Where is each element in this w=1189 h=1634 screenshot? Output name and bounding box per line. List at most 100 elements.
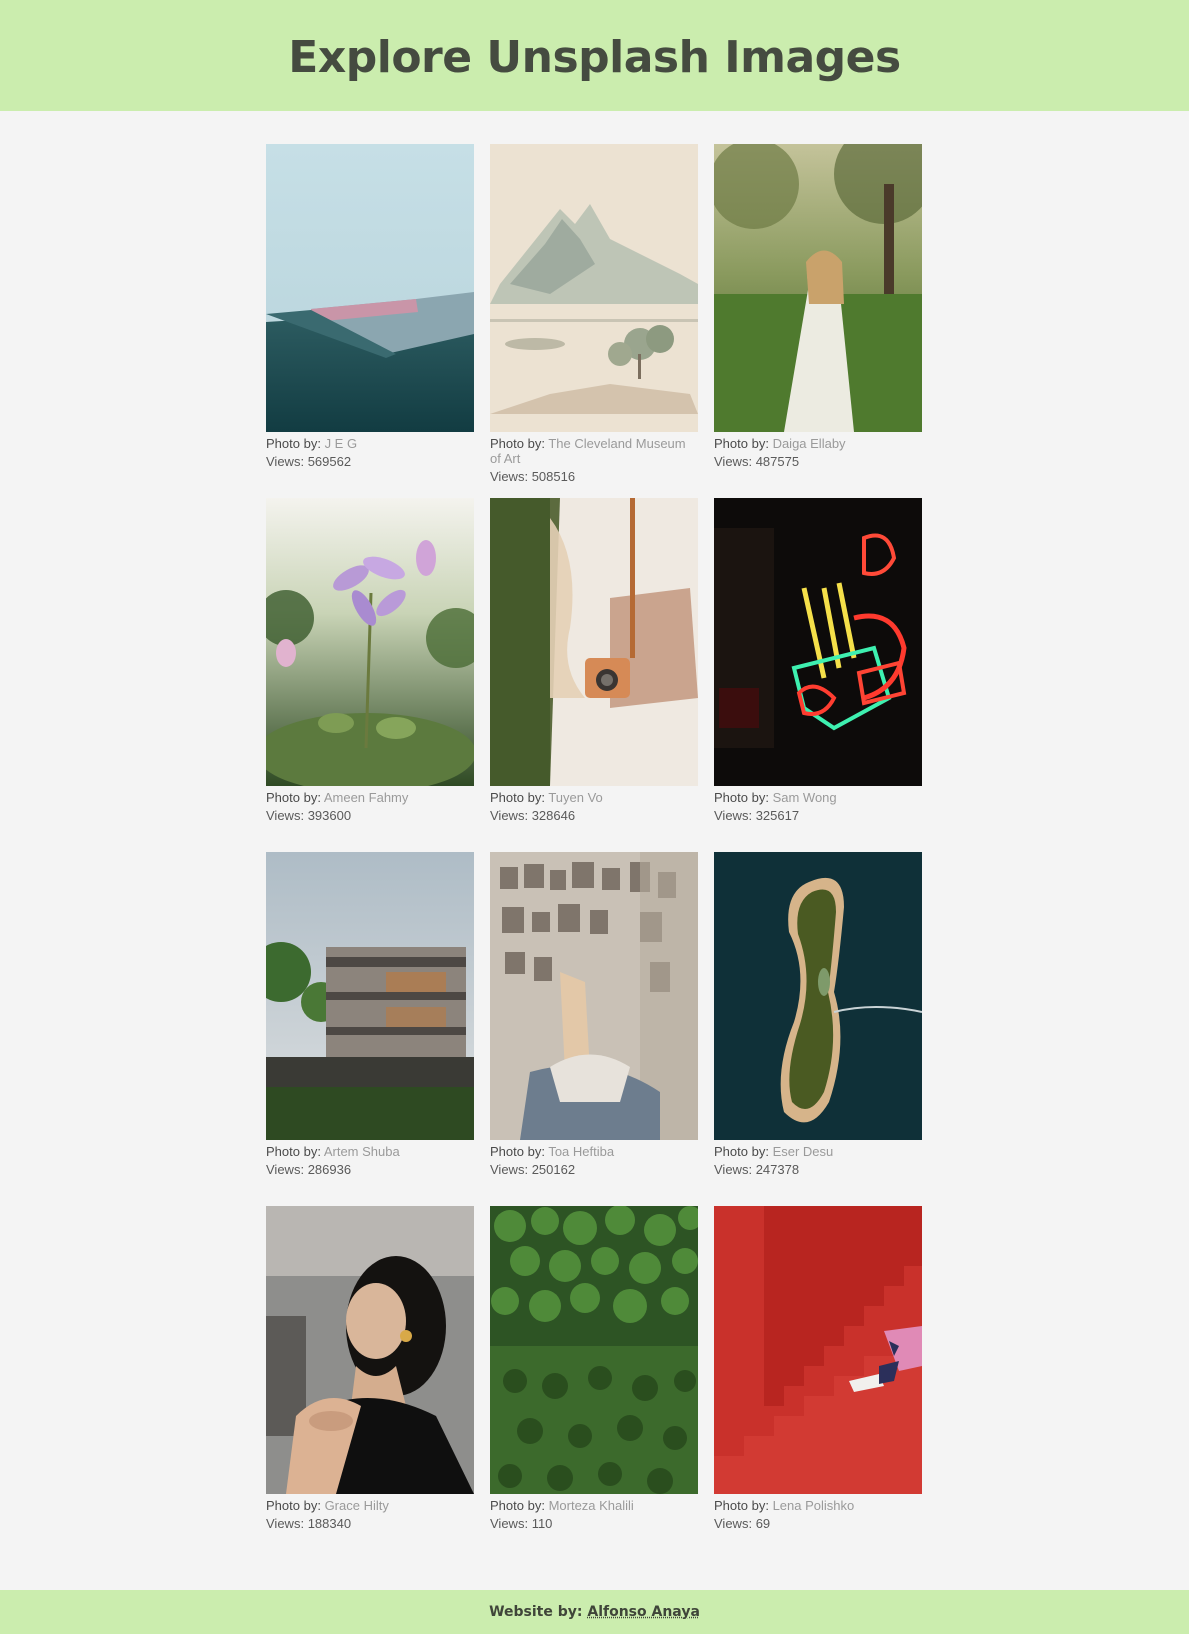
page-footer: Website by: Alfonso Anaya bbox=[0, 1590, 1189, 1634]
photo-credit-label: Photo by: bbox=[266, 1144, 321, 1159]
photo-card: Photo by: The Cleveland Museum of Art Vi… bbox=[490, 144, 698, 498]
views-label: Views: bbox=[266, 1162, 305, 1177]
photo-card: Photo by: Daiga Ellaby Views: 487575 bbox=[714, 144, 922, 498]
views-label: Views: bbox=[490, 1162, 529, 1177]
views-label: Views: bbox=[490, 1516, 529, 1531]
photo-card: Photo by: Tuyen Vo Views: 328646 bbox=[490, 498, 698, 852]
photo-views: Views: 250162 bbox=[490, 1162, 698, 1177]
photo-credit-label: Photo by: bbox=[714, 1144, 769, 1159]
photo-credit-label: Photo by: bbox=[714, 436, 769, 451]
views-count: 286936 bbox=[307, 1162, 352, 1177]
photo-views: Views: 487575 bbox=[714, 454, 922, 469]
photo-card: Photo by: Artem Shuba Views: 286936 bbox=[266, 852, 474, 1206]
photo-author-link[interactable]: Toa Heftiba bbox=[548, 1144, 614, 1159]
photo-views: Views: 328646 bbox=[490, 808, 698, 823]
photo-credit: Photo by: Sam Wong bbox=[714, 790, 922, 805]
photo-author-link[interactable]: Eser Desu bbox=[773, 1144, 834, 1159]
views-count: 188340 bbox=[307, 1516, 352, 1531]
photo-credit: Photo by: Grace Hilty bbox=[266, 1498, 474, 1513]
views-label: Views: bbox=[490, 808, 529, 823]
photo-credit: Photo by: Eser Desu bbox=[714, 1144, 922, 1159]
footer-author-link[interactable]: Alfonso Anaya bbox=[587, 1604, 700, 1620]
views-label: Views: bbox=[266, 454, 305, 469]
photo-credit-label: Photo by: bbox=[714, 790, 769, 805]
views-label: Views: bbox=[266, 808, 305, 823]
views-label: Views: bbox=[266, 1516, 305, 1531]
photo-credit: Photo by: Tuyen Vo bbox=[490, 790, 698, 805]
photo-credit-label: Photo by: bbox=[714, 1498, 769, 1513]
photo-image[interactable] bbox=[490, 498, 698, 786]
photo-views: Views: 247378 bbox=[714, 1162, 922, 1177]
photo-image[interactable] bbox=[266, 1206, 474, 1494]
photo-card: Photo by: Eser Desu Views: 247378 bbox=[714, 852, 922, 1206]
page-title: Explore Unsplash Images bbox=[288, 32, 901, 83]
photo-image[interactable] bbox=[714, 498, 922, 786]
footer-label: Website by: bbox=[489, 1604, 583, 1620]
views-count: 325617 bbox=[755, 808, 800, 823]
views-count: 328646 bbox=[531, 808, 576, 823]
photo-credit: Photo by: Lena Polishko bbox=[714, 1498, 922, 1513]
views-label: Views: bbox=[714, 1162, 753, 1177]
photo-credit-label: Photo by: bbox=[266, 1498, 321, 1513]
photo-credit-label: Photo by: bbox=[490, 436, 545, 451]
views-label: Views: bbox=[714, 808, 753, 823]
photo-card: Photo by: Grace Hilty Views: 188340 bbox=[266, 1206, 474, 1560]
photo-card: Photo by: Ameen Fahmy Views: 393600 bbox=[266, 498, 474, 852]
views-count: 487575 bbox=[755, 454, 800, 469]
photo-credit: Photo by: The Cleveland Museum of Art bbox=[490, 436, 698, 466]
views-label: Views: bbox=[714, 454, 753, 469]
views-count: 247378 bbox=[755, 1162, 800, 1177]
photo-credit: Photo by: Daiga Ellaby bbox=[714, 436, 922, 451]
photo-image[interactable] bbox=[714, 144, 922, 432]
photo-card: Photo by: Sam Wong Views: 325617 bbox=[714, 498, 922, 852]
photo-image[interactable] bbox=[490, 1206, 698, 1494]
photo-credit-label: Photo by: bbox=[490, 790, 545, 805]
photo-image[interactable] bbox=[714, 1206, 922, 1494]
photo-author-link[interactable]: Artem Shuba bbox=[324, 1144, 400, 1159]
photo-views: Views: 286936 bbox=[266, 1162, 474, 1177]
photo-views: Views: 569562 bbox=[266, 454, 474, 469]
photo-image[interactable] bbox=[266, 852, 474, 1140]
photo-views: Views: 393600 bbox=[266, 808, 474, 823]
photo-image[interactable] bbox=[490, 144, 698, 432]
photo-credit-label: Photo by: bbox=[490, 1144, 545, 1159]
views-count: 569562 bbox=[307, 454, 352, 469]
views-count: 110 bbox=[531, 1516, 553, 1531]
photo-credit: Photo by: J E G bbox=[266, 436, 474, 451]
photo-author-link[interactable]: Morteza Khalili bbox=[549, 1498, 634, 1513]
photo-author-link[interactable]: Ameen Fahmy bbox=[324, 790, 409, 805]
photo-card: Photo by: J E G Views: 569562 bbox=[266, 144, 474, 498]
photo-author-link[interactable]: Lena Polishko bbox=[773, 1498, 855, 1513]
photo-views: Views: 110 bbox=[490, 1516, 698, 1531]
photo-credit: Photo by: Ameen Fahmy bbox=[266, 790, 474, 805]
photo-views: Views: 508516 bbox=[490, 469, 698, 484]
views-label: Views: bbox=[490, 469, 529, 484]
photo-credit: Photo by: Morteza Khalili bbox=[490, 1498, 698, 1513]
photo-card: Photo by: Lena Polishko Views: 69 bbox=[714, 1206, 922, 1560]
photo-credit-label: Photo by: bbox=[266, 790, 321, 805]
views-count: 250162 bbox=[531, 1162, 576, 1177]
photo-image[interactable] bbox=[266, 144, 474, 432]
photo-image[interactable] bbox=[490, 852, 698, 1140]
page-header: Explore Unsplash Images bbox=[0, 0, 1189, 111]
photo-views: Views: 69 bbox=[714, 1516, 922, 1531]
photo-image[interactable] bbox=[714, 852, 922, 1140]
photo-author-link[interactable]: Grace Hilty bbox=[325, 1498, 389, 1513]
photo-grid: Photo by: J E G Views: 569562 Photo by: … bbox=[266, 144, 923, 1560]
photo-author-link[interactable]: J E G bbox=[325, 436, 358, 451]
photo-views: Views: 325617 bbox=[714, 808, 922, 823]
views-count: 508516 bbox=[531, 469, 576, 484]
photo-author-link[interactable]: Daiga Ellaby bbox=[773, 436, 846, 451]
photo-credit-label: Photo by: bbox=[490, 1498, 545, 1513]
photo-views: Views: 188340 bbox=[266, 1516, 474, 1531]
photo-card: Photo by: Toa Heftiba Views: 250162 bbox=[490, 852, 698, 1206]
photo-image[interactable] bbox=[266, 498, 474, 786]
photo-credit-label: Photo by: bbox=[266, 436, 321, 451]
views-count: 393600 bbox=[307, 808, 352, 823]
views-count: 69 bbox=[755, 1516, 771, 1531]
photo-card: Photo by: Morteza Khalili Views: 110 bbox=[490, 1206, 698, 1560]
photo-credit: Photo by: Artem Shuba bbox=[266, 1144, 474, 1159]
photo-author-link[interactable]: Sam Wong bbox=[773, 790, 837, 805]
photo-author-link[interactable]: Tuyen Vo bbox=[548, 790, 602, 805]
photo-credit: Photo by: Toa Heftiba bbox=[490, 1144, 698, 1159]
